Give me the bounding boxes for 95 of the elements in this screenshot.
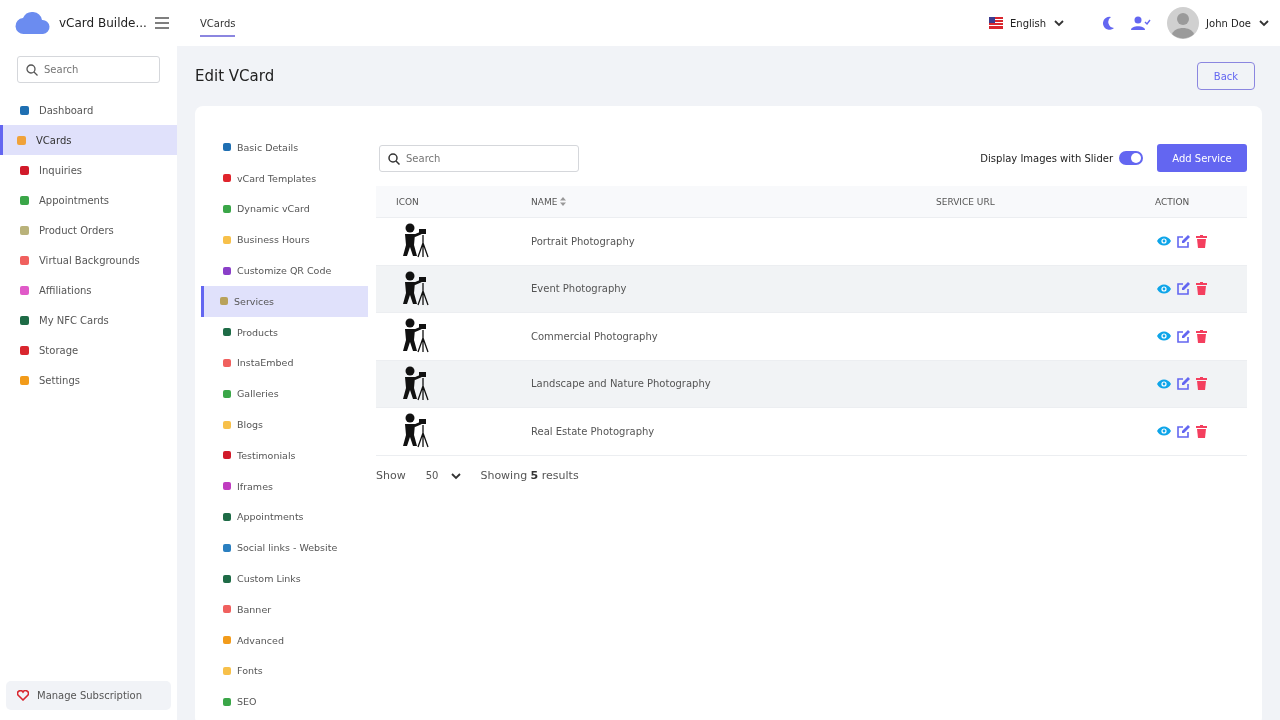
user-name[interactable]: John Doe [1206, 17, 1251, 29]
sidebar-item[interactable]: Appointments [0, 185, 177, 215]
sidebar-item[interactable]: My NFC Cards [0, 305, 177, 335]
edit-icon [1177, 282, 1190, 296]
per-page-select[interactable]: 50 [425, 469, 463, 482]
menu-icon [154, 17, 169, 29]
section-tab[interactable]: Testimonials [201, 439, 368, 471]
section-tab[interactable]: Banner [201, 593, 368, 625]
section-tab[interactable]: Blogs [201, 409, 368, 440]
cloud-logo-icon [15, 11, 51, 35]
search-field[interactable]: Search [379, 144, 579, 172]
search-icon [26, 64, 38, 76]
edit-button[interactable] [1177, 424, 1190, 438]
page-title: Edit VCard [195, 67, 275, 85]
table-cell: Landscape and Nature Photography [531, 378, 711, 390]
chevron-down-icon [1258, 17, 1270, 29]
manage-subscription-button[interactable]: Manage Subscription [6, 681, 171, 710]
section-tab[interactable]: Social links - Website [201, 532, 368, 564]
show-label: Show [376, 469, 406, 482]
sidebar-item[interactable]: Settings [0, 365, 177, 395]
edit-button[interactable] [1177, 377, 1190, 391]
section-tab[interactable]: Services [201, 286, 368, 317]
column-header: SERVICE URL [936, 196, 996, 207]
sidebar-item[interactable]: VCards [0, 125, 177, 155]
section-tab[interactable]: Appointments [201, 501, 368, 533]
view-button[interactable] [1157, 283, 1171, 294]
column-header: ICON [395, 196, 420, 207]
delete-button[interactable] [1196, 282, 1207, 296]
table-cell: Portrait Photography [531, 235, 635, 247]
avatar-icon [1167, 7, 1200, 39]
table-cell: Event Photography [531, 283, 627, 295]
delete-button[interactable] [1196, 377, 1207, 391]
section-tab[interactable]: InstaEmbed [201, 347, 368, 379]
toggle-switch[interactable] [1119, 151, 1143, 165]
section-tab[interactable]: Customize QR Code [201, 255, 368, 286]
trash-icon [1196, 424, 1207, 438]
search-icon [388, 152, 400, 165]
delete-button[interactable] [1196, 329, 1207, 343]
edit-icon [1177, 377, 1190, 391]
trash-icon [1196, 329, 1207, 343]
trash-icon [1196, 234, 1207, 248]
app-name: vCard Builde... [59, 16, 147, 30]
trash-icon [1196, 282, 1207, 296]
nav-tab[interactable]: VCards [200, 9, 236, 37]
column-header[interactable]: NAME [531, 196, 936, 207]
sidebar-item[interactable]: Inquiries [0, 155, 177, 185]
chevron-down-icon [1053, 17, 1066, 29]
section-tab[interactable]: Galleries [201, 378, 368, 410]
sidebar-item[interactable]: Storage [0, 335, 177, 365]
language-label[interactable]: English [1010, 17, 1047, 29]
view-button[interactable] [1157, 331, 1171, 342]
table-cell: Real Estate Photography [531, 425, 655, 437]
search-field[interactable]: Search [17, 56, 160, 83]
eye-icon [1157, 426, 1171, 437]
sort-icon [560, 197, 567, 206]
delete-button[interactable] [1196, 234, 1207, 248]
results-summary: Showing 5 results [480, 469, 579, 482]
eye-icon [1157, 378, 1171, 389]
section-tab[interactable]: Business Hours [201, 224, 368, 256]
view-button[interactable] [1157, 378, 1171, 389]
eye-icon [1157, 331, 1171, 342]
back-button[interactable]: Back [1197, 62, 1255, 90]
sidebar-item[interactable]: Product Orders [0, 215, 177, 245]
eye-icon [1157, 283, 1171, 294]
section-tab[interactable]: SEO [201, 686, 368, 718]
sidebar-item[interactable]: Affiliations [0, 275, 177, 305]
delete-button[interactable] [1196, 424, 1207, 438]
section-tab[interactable]: Products [201, 316, 368, 348]
table-cell: Commercial Photography [531, 330, 658, 342]
edit-icon [1177, 424, 1190, 438]
heart-icon [17, 690, 29, 701]
sidebar-item[interactable]: Virtual Backgrounds [0, 245, 177, 275]
flag-icon [989, 17, 1003, 29]
section-tab[interactable]: Basic Details [201, 132, 368, 163]
section-tab[interactable]: Advanced [201, 624, 368, 656]
edit-button[interactable] [1177, 234, 1190, 248]
edit-button[interactable] [1177, 282, 1190, 296]
user-check-icon [1131, 16, 1152, 30]
edit-icon [1177, 329, 1190, 343]
add-service-button[interactable]: Add Service [1157, 144, 1247, 172]
eye-icon [1157, 236, 1171, 247]
section-tab[interactable]: Iframes [201, 470, 368, 502]
view-button[interactable] [1157, 426, 1171, 437]
section-tab[interactable]: vCard Templates [201, 162, 368, 194]
section-tab[interactable]: Fonts [201, 655, 368, 687]
section-tab[interactable]: Dynamic vCard [201, 193, 368, 225]
trash-icon [1196, 377, 1207, 391]
column-header: ACTION [1154, 196, 1191, 207]
section-tab[interactable]: Custom Links [201, 563, 368, 594]
moon-icon [1101, 16, 1116, 30]
sidebar-item[interactable]: Dashboard [0, 95, 177, 125]
view-button[interactable] [1157, 236, 1171, 247]
edit-button[interactable] [1177, 329, 1190, 343]
edit-icon [1177, 234, 1190, 248]
toggle-label: Display Images with Slider [980, 152, 1113, 164]
